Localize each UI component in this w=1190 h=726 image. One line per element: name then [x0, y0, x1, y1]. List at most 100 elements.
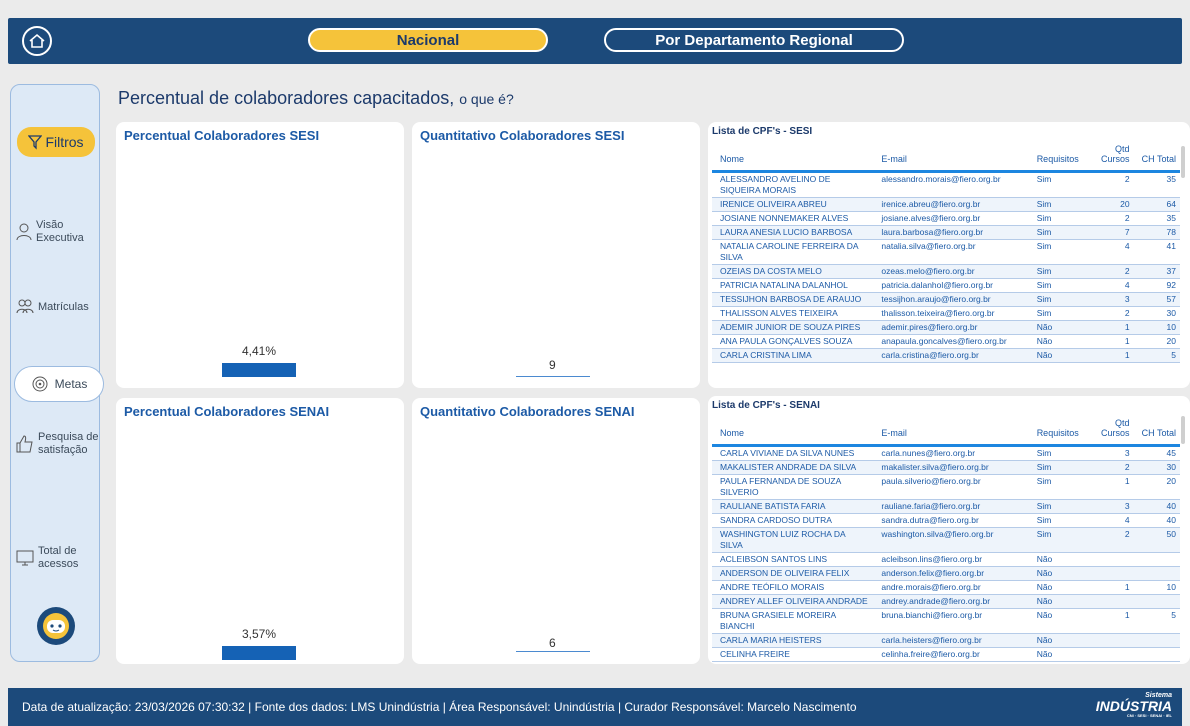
scrollbar[interactable] — [1181, 146, 1185, 178]
cell-email: josiane.alves@fiero.org.br — [873, 211, 1029, 226]
table-row[interactable]: ANDRE TEÓFILO MORAIS andre.morais@fiero.o… — [712, 580, 1180, 595]
cell-nome: PAULA FERNANDA DE SOUZA SILVERIO — [712, 474, 874, 500]
table-row[interactable]: NATALIA CAROLINE FERREIRA DA SILVA natali… — [712, 239, 1180, 265]
kpi-line — [516, 651, 590, 652]
table-row[interactable]: TESSIJHON BARBOSA DE ARAUJO tessijhon.ara… — [712, 292, 1180, 307]
column-header-requisitos[interactable]: Requisitos — [1028, 142, 1079, 173]
table-row[interactable]: MAKALISTER ANDRADE DA SILVA makalister.si… — [712, 460, 1180, 475]
column-header-email[interactable]: E-mail — [873, 142, 1029, 173]
cell-nome: ALESSANDRO AVELINO DE SIQUEIRA MORAIS — [712, 171, 874, 198]
cell-qtd-cursos: 2 — [1077, 211, 1134, 226]
cell-nome: IRENICE OLIVEIRA ABREU — [712, 197, 874, 212]
table-row[interactable]: ACLEIBSON SANTOS LINS acleibson.lins@fier… — [712, 552, 1180, 567]
visao-label-2: Executiva — [36, 232, 84, 244]
cell-requisitos: Sim — [1028, 527, 1078, 553]
sidebar-item-visao-executiva[interactable]: Visão Executiva — [15, 219, 99, 245]
acessos-label-1: Total de — [38, 545, 77, 557]
cell-ch-total: 35 — [1133, 171, 1180, 198]
column-header-qtd-cursos[interactable]: Qtd Cursos — [1077, 416, 1134, 447]
cell-qtd-cursos — [1077, 647, 1134, 662]
column-header-email[interactable]: E-mail — [873, 416, 1029, 447]
page-title-text: Percentual de colaboradores capacitados, — [118, 88, 455, 108]
table-row[interactable]: ALESSANDRO AVELINO DE SIQUEIRA MORAIS ale… — [712, 171, 1180, 198]
cell-ch-total — [1133, 647, 1180, 662]
cell-nome: BRUNA GRASIELE MOREIRA BIANCHI — [712, 608, 874, 634]
cell-nome: ANA PAULA GONÇALVES SOUZA — [712, 334, 874, 349]
top-bar: Nacional Por Departamento Regional — [8, 18, 1182, 64]
table-row[interactable]: ANA PAULA GONÇALVES SOUZA anapaula.goncal… — [712, 334, 1180, 349]
cell-ch-total: 92 — [1133, 278, 1180, 293]
cell-qtd-cursos: 1 — [1077, 580, 1134, 595]
cell-ch-total — [1133, 566, 1180, 581]
table-row[interactable]: JOSIANE NONNEMAKER ALVES josiane.alves@fi… — [712, 211, 1180, 226]
cell-requisitos: Sim — [1028, 306, 1078, 321]
cell-email: anapaula.goncalves@fiero.org.br — [873, 334, 1029, 349]
sidebar-item-matriculas[interactable]: Matrículas — [15, 297, 99, 317]
cell-email: irenice.abreu@fiero.org.br — [873, 197, 1029, 212]
table-row[interactable]: PAULA FERNANDA DE SOUZA SILVERIO paula.si… — [712, 474, 1180, 500]
cell-ch-total: 50 — [1133, 527, 1180, 553]
table-row[interactable]: ANDERSON DE OLIVEIRA FELIX anderson.felix… — [712, 566, 1180, 581]
sidebar-item-metas[interactable]: Metas — [14, 366, 104, 402]
column-header-qtd-cursos[interactable]: Qtd Cursos — [1077, 142, 1134, 173]
sidebar-item-total-acessos[interactable]: Total de acessos — [15, 545, 99, 571]
table-row[interactable]: LAURA ANESIA LUCIO BARBOSA laura.barbosa@… — [712, 225, 1180, 240]
cell-qtd-cursos: 4 — [1077, 513, 1134, 528]
table-row[interactable]: RAULIANE BATISTA FARIA rauliane.faria@fie… — [712, 499, 1180, 514]
table-row[interactable]: IRENICE OLIVEIRA ABREU irenice.abreu@fier… — [712, 197, 1180, 212]
card-quantitativo-senai: Quantitativo Colaboradores SENAI 6 — [412, 398, 700, 664]
card-lista-cpf-senai: Lista de CPF's - SENAI Nome E-mail Requisi… — [708, 396, 1190, 664]
cell-email: acleibson.lins@fiero.org.br — [873, 552, 1029, 567]
chatbot-button[interactable] — [37, 607, 75, 645]
cell-qtd-cursos: 2 — [1077, 460, 1134, 475]
cell-qtd-cursos: 1 — [1077, 334, 1134, 349]
cell-ch-total — [1133, 633, 1180, 648]
cell-nome: WASHINGTON LUIZ ROCHA DA SILVA — [712, 527, 874, 553]
cell-requisitos: Não — [1028, 594, 1078, 609]
tab-nacional[interactable]: Nacional — [308, 28, 548, 52]
cell-requisitos: Sim — [1028, 239, 1078, 265]
cell-email: bruna.bianchi@fiero.org.br — [873, 608, 1029, 634]
column-header-nome[interactable]: Nome — [712, 416, 874, 447]
sidebar-item-pesquisa[interactable]: Pesquisa de satisfação — [15, 431, 99, 457]
column-header-ch-total[interactable]: CH Total — [1133, 142, 1180, 173]
table-row[interactable]: BRUNA GRASIELE MOREIRA BIANCHI bruna.bian… — [712, 608, 1180, 634]
kpi-line — [516, 376, 590, 377]
metas-label: Metas — [54, 377, 88, 391]
table-row[interactable]: CARLA VIVIANE DA SILVA NUNES carla.nunes@… — [712, 445, 1180, 461]
cell-qtd-cursos — [1077, 552, 1134, 567]
column-header-nome[interactable]: Nome — [712, 142, 874, 173]
card-quantitativo-sesi: Quantitativo Colaboradores SESI 9 — [412, 122, 700, 388]
cell-requisitos: Sim — [1028, 225, 1078, 240]
cell-qtd-cursos: 20 — [1077, 197, 1134, 212]
table-row[interactable]: PATRICIA NATALINA DALANHOL patricia.dalan… — [712, 278, 1180, 293]
cell-email: makalister.silva@fiero.org.br — [873, 460, 1029, 475]
person-icon — [16, 223, 32, 241]
cell-email: ozeas.melo@fiero.org.br — [873, 264, 1029, 279]
page-title-help-link[interactable]: o que é? — [459, 91, 514, 107]
column-header-ch-total[interactable]: CH Total — [1133, 416, 1180, 447]
cell-ch-total: 78 — [1133, 225, 1180, 240]
cell-qtd-cursos — [1077, 566, 1134, 581]
column-header-requisitos[interactable]: Requisitos — [1028, 416, 1079, 447]
table-row[interactable]: SANDRA CARDOSO DUTRA sandra.dutra@fiero.o… — [712, 513, 1180, 528]
cell-ch-total — [1133, 552, 1180, 567]
home-button[interactable] — [22, 26, 52, 56]
sistema-industria-logo: Sistema INDÚSTRIA CNI · SESI · SENAI · I… — [1096, 692, 1172, 718]
table-row[interactable]: ADEMIR JUNIOR DE SOUZA PIRES ademir.pires… — [712, 320, 1180, 335]
kpi-bar — [222, 646, 296, 660]
tab-por-departamento-regional[interactable]: Por Departamento Regional — [604, 28, 904, 52]
cell-email: andre.morais@fiero.org.br — [873, 580, 1029, 595]
cell-email: ademir.pires@fiero.org.br — [873, 320, 1029, 335]
table-row[interactable]: CARLA CRISTINA LIMA carla.cristina@fiero.… — [712, 348, 1180, 363]
cell-nome: CARLA MARIA HEISTERS — [712, 633, 874, 648]
table-row[interactable]: ANDREY ALLEF OLIVEIRA ANDRADE andrey.andr… — [712, 594, 1180, 609]
table-row[interactable]: CELINHA FREIRE celinha.freire@fiero.org.b… — [712, 647, 1180, 662]
table-row[interactable]: THALISSON ALVES TEIXEIRA thalisson.teixei… — [712, 306, 1180, 321]
table-row[interactable]: OZEIAS DA COSTA MELO ozeas.melo@fiero.org… — [712, 264, 1180, 279]
table-row[interactable]: WASHINGTON LUIZ ROCHA DA SILVA washington… — [712, 527, 1180, 553]
table-row[interactable]: CARLA MARIA HEISTERS carla.heisters@fiero… — [712, 633, 1180, 648]
cell-requisitos: Sim — [1028, 278, 1078, 293]
scrollbar[interactable] — [1181, 416, 1185, 444]
filtros-button[interactable]: Filtros — [17, 127, 95, 157]
